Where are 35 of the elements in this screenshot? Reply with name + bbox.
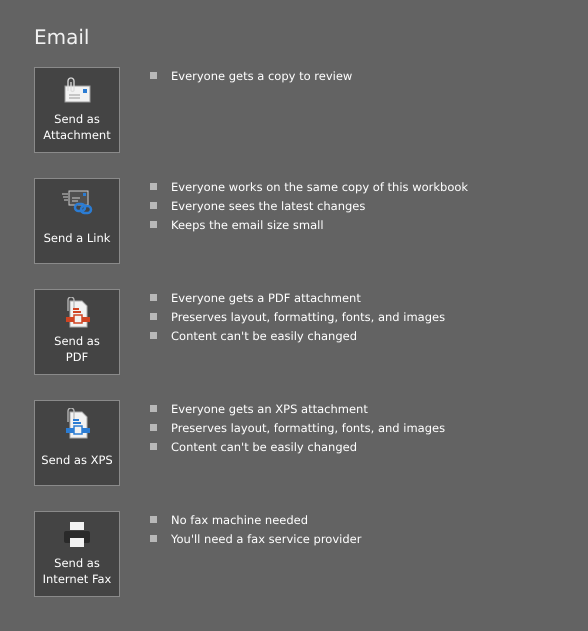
benefit-text: Preserves layout, formatting, fonts, and images xyxy=(171,310,446,324)
pdf-document-icon xyxy=(63,297,91,329)
bullet-icon xyxy=(150,516,157,523)
bullet-icon xyxy=(150,72,157,79)
xps-document-icon xyxy=(63,408,91,440)
bullet-icon xyxy=(150,443,157,450)
benefit-text: Keeps the email size small xyxy=(171,218,324,232)
send-option-button[interactable]: Send as Internet Fax xyxy=(34,511,120,597)
envelope-paperclip-icon xyxy=(62,77,92,105)
benefit-text: Everyone works on the same copy of this workbook xyxy=(171,180,468,194)
send-option-button[interactable]: Send as XPS xyxy=(34,400,120,486)
benefit-text: Everyone sees the latest changes xyxy=(171,198,366,212)
bullet-icon xyxy=(150,221,157,228)
benefit-text: Everyone gets an XPS attachment xyxy=(171,402,368,416)
benefit-text: Everyone gets a PDF attachment xyxy=(171,290,361,304)
send-option-button[interactable]: Send as PDF xyxy=(34,289,120,375)
envelope-link-icon xyxy=(60,189,94,215)
bullet-icon xyxy=(150,313,157,320)
bullet-icon xyxy=(150,202,157,209)
bullet-icon xyxy=(150,424,157,431)
bullet-icon xyxy=(150,535,157,542)
bullet-icon xyxy=(150,332,157,339)
benefit-text: You'll need a fax service provider xyxy=(171,532,362,546)
benefit-text: No fax machine needed xyxy=(171,512,308,526)
bullet-icon xyxy=(150,294,157,301)
bullet-icon xyxy=(150,183,157,190)
benefit-text: Content can't be easily changed xyxy=(171,328,357,342)
send-option-button[interactable]: Send a Link xyxy=(34,178,120,264)
benefit-text: Preserves layout, formatting, fonts, and images xyxy=(171,420,446,434)
benefit-text: Everyone gets a copy to review xyxy=(171,68,352,82)
section-title: Email xyxy=(34,24,90,50)
fax-machine-icon xyxy=(62,521,92,549)
benefit-text: Content can't be easily changed xyxy=(171,440,357,454)
send-option-button[interactable]: Send as Attachment xyxy=(34,67,120,153)
bullet-icon xyxy=(150,405,157,412)
